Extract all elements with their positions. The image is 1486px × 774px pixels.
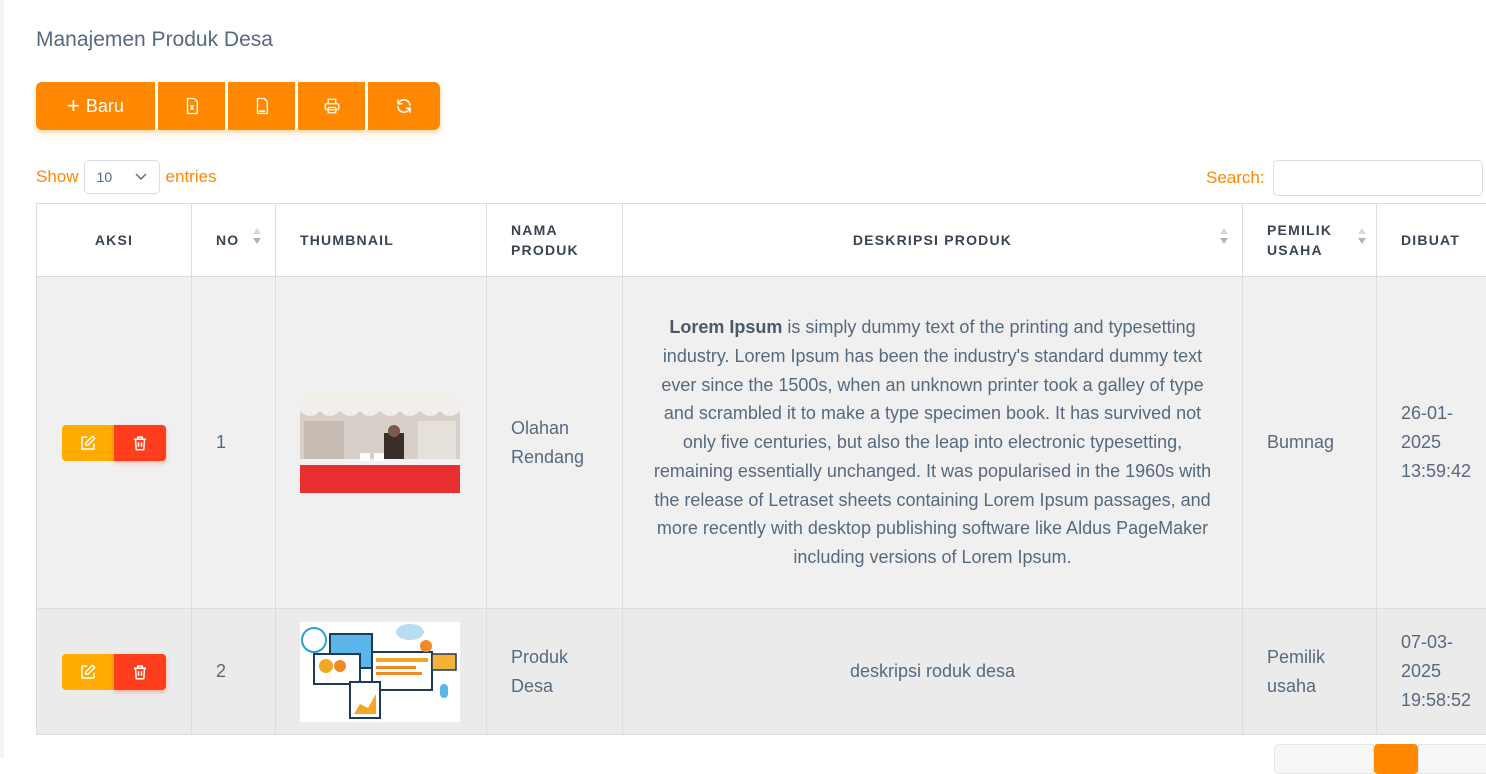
search-input[interactable] — [1273, 160, 1483, 196]
page-title: Manajemen Produk Desa — [36, 28, 273, 52]
print-button[interactable] — [298, 82, 368, 130]
col-aksi: AKSI — [37, 204, 192, 277]
edit-button[interactable] — [62, 654, 114, 690]
cell-nama-produk: OlahanRendang — [487, 277, 623, 609]
edit-icon — [79, 434, 97, 452]
product-thumbnail-image[interactable] — [300, 622, 460, 722]
product-thumbnail-image[interactable] — [300, 393, 460, 493]
entries-label: entries — [166, 167, 217, 187]
pagination-next[interactable] — [1418, 744, 1486, 774]
col-no[interactable]: NO — [192, 204, 276, 277]
delete-button[interactable] — [114, 654, 166, 690]
entries-select-value: 10 — [97, 169, 113, 185]
export-excel-button[interactable] — [158, 82, 228, 130]
new-button-label: Baru — [86, 96, 124, 117]
cell-thumbnail — [276, 609, 487, 735]
cell-dibuat: 26-01-202513:59:42 — [1377, 277, 1486, 609]
cell-aksi — [37, 277, 192, 609]
csv-file-icon — [253, 97, 271, 115]
products-table: AKSI NO THUMBNAIL NAMAPRODUK DESKRIPSI P… — [36, 203, 1486, 735]
pagination — [1274, 744, 1486, 774]
page-left-edge — [0, 0, 4, 758]
trash-icon — [131, 434, 149, 452]
cell-nama-produk: ProdukDesa — [487, 609, 623, 735]
plus-icon: + — [67, 95, 80, 117]
table-row: 2 — [37, 609, 1486, 735]
cell-deskripsi: Lorem Ipsum is simply dummy text of the … — [623, 277, 1243, 609]
col-deskripsi[interactable]: DESKRIPSI PRODUK — [623, 204, 1243, 277]
cell-pemilik: Bumnag — [1243, 277, 1377, 609]
cell-no: 1 — [192, 277, 276, 609]
excel-file-icon — [183, 97, 201, 115]
edit-icon — [79, 663, 97, 681]
search-control: Search: — [1206, 160, 1483, 196]
col-nama-produk: NAMAPRODUK — [487, 204, 623, 277]
printer-icon — [323, 97, 341, 115]
sort-icon — [1219, 228, 1229, 250]
cell-no: 2 — [192, 609, 276, 735]
refresh-icon — [395, 97, 413, 115]
search-label: Search: — [1206, 168, 1265, 188]
sort-icon — [1357, 228, 1367, 250]
col-dibuat[interactable]: DIBUAT — [1377, 204, 1486, 277]
pagination-page-active[interactable] — [1374, 744, 1418, 774]
edit-button[interactable] — [62, 425, 114, 461]
cell-dibuat: 07-03-202519:58:52 — [1377, 609, 1486, 735]
table-row: 1 OlahanRendang Lorem Ipsum is simp — [37, 277, 1486, 609]
sort-icon — [252, 228, 262, 250]
length-control: Show 10 entries — [36, 160, 217, 194]
entries-select[interactable]: 10 — [84, 160, 160, 194]
new-button[interactable]: + Baru — [36, 82, 158, 130]
cell-deskripsi: deskripsi roduk desa — [623, 609, 1243, 735]
delete-button[interactable] — [114, 425, 166, 461]
col-pemilik[interactable]: PEMILIKUSAHA — [1243, 204, 1377, 277]
cell-aksi — [37, 609, 192, 735]
cell-thumbnail — [276, 277, 487, 609]
pagination-previous[interactable] — [1274, 744, 1374, 774]
export-csv-button[interactable] — [228, 82, 298, 130]
show-label: Show — [36, 167, 79, 187]
chevron-down-icon — [135, 173, 147, 181]
cell-pemilik: Pemilikusaha — [1243, 609, 1377, 735]
refresh-button[interactable] — [368, 82, 440, 130]
toolbar: + Baru — [36, 82, 440, 130]
col-thumbnail: THUMBNAIL — [276, 204, 487, 277]
trash-icon — [131, 663, 149, 681]
